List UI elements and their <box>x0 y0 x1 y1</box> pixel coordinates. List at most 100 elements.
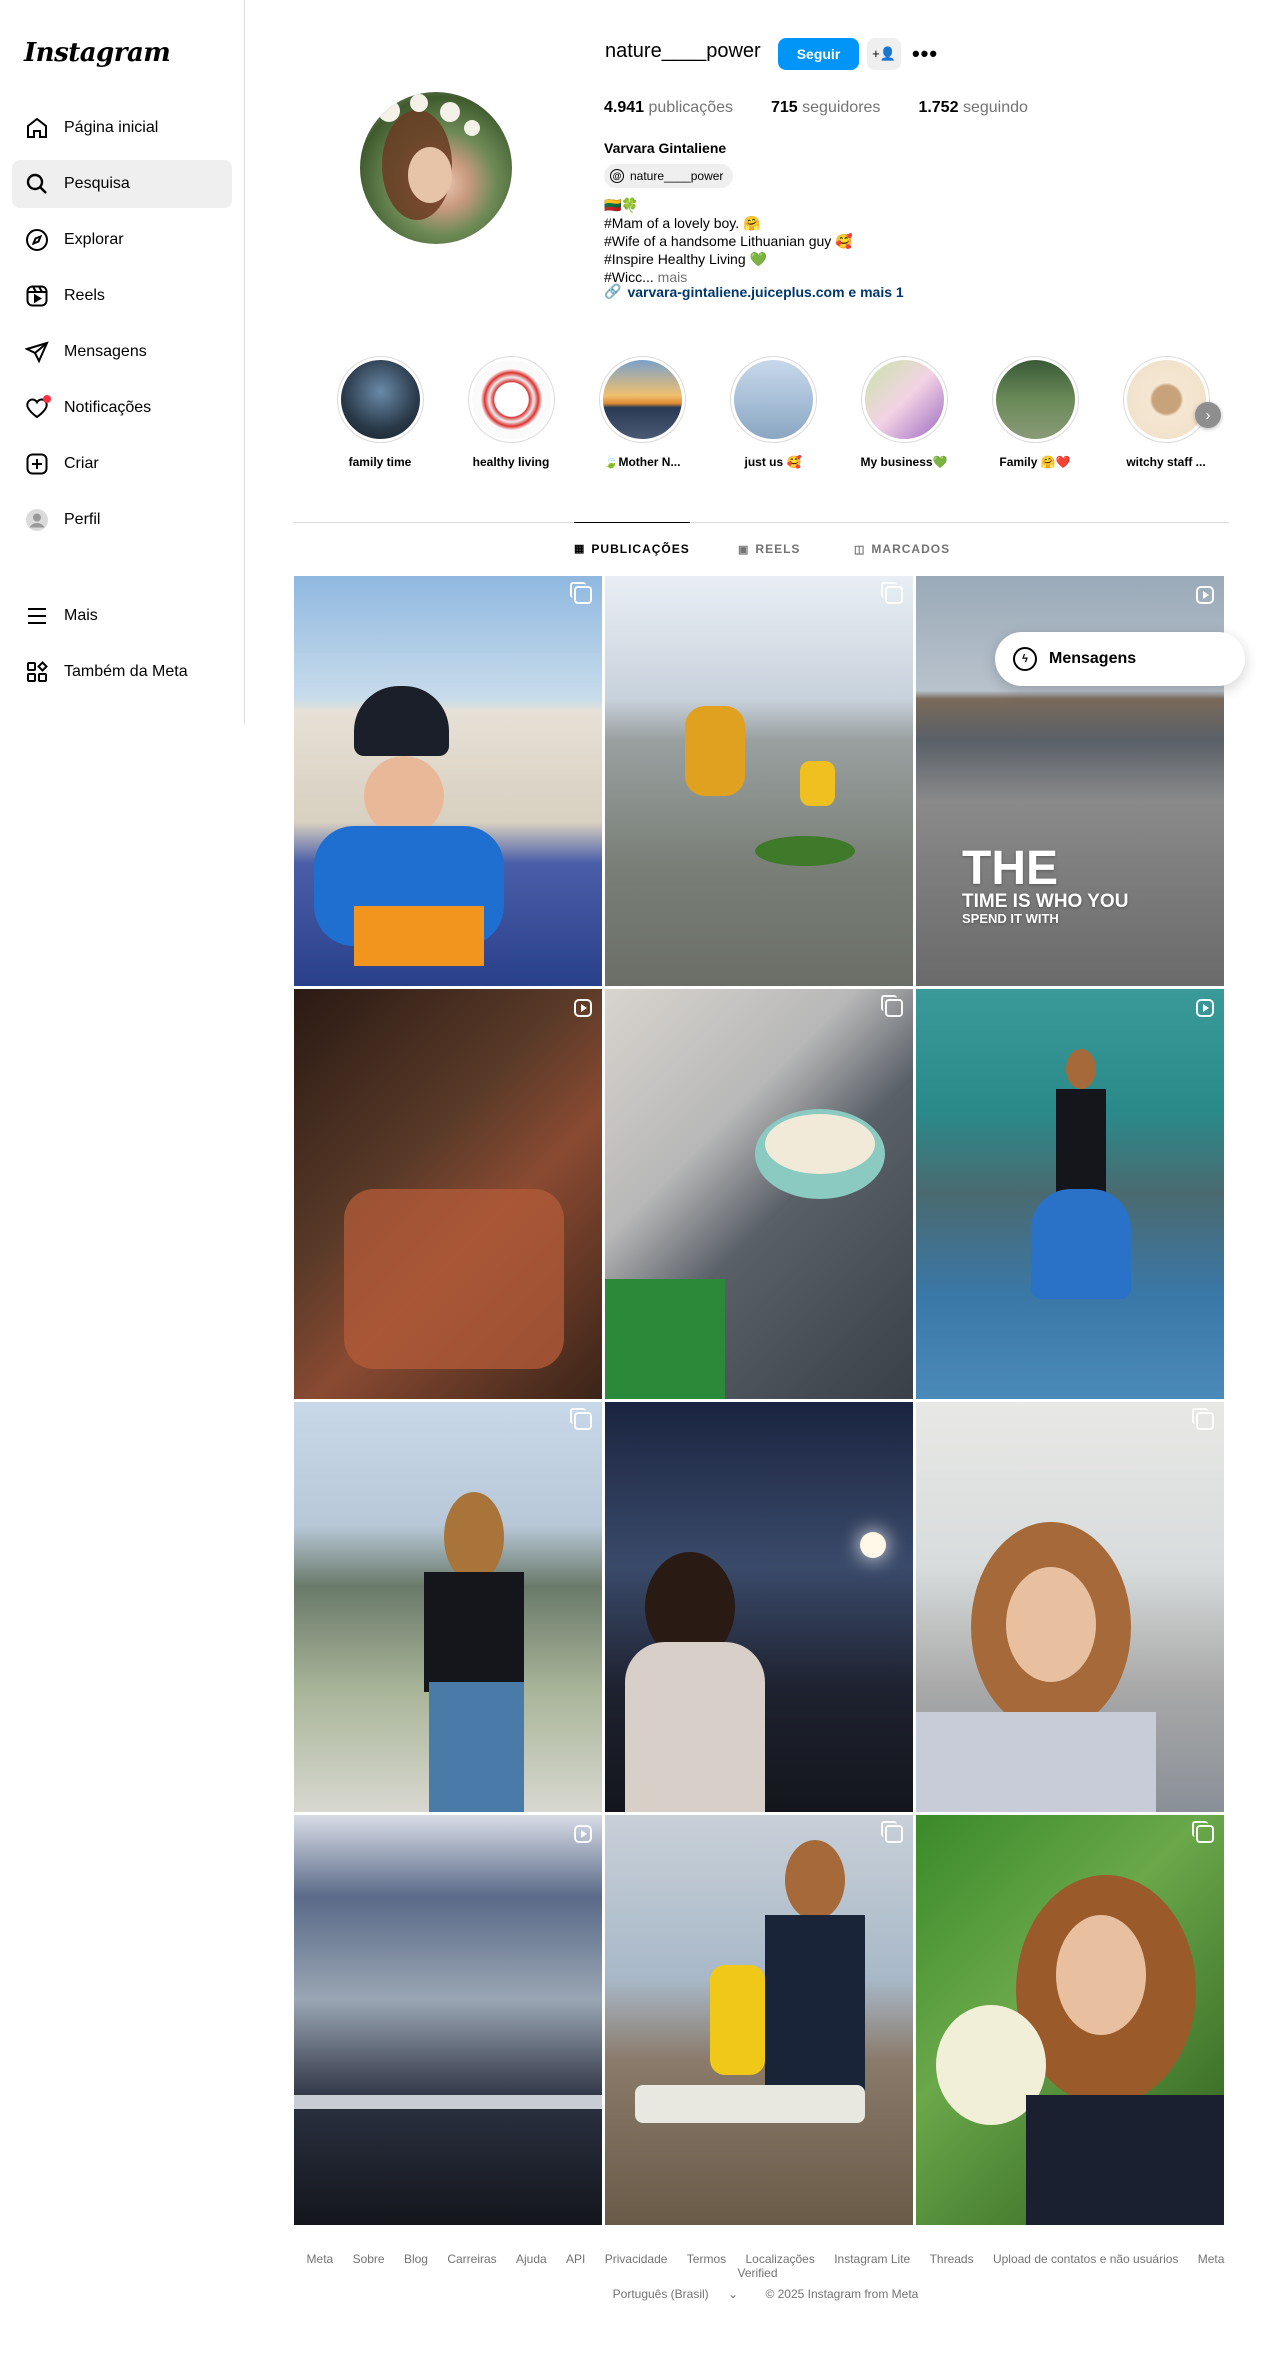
footer-link[interactable]: Carreiras <box>447 2252 496 2266</box>
sidebar-item-explore[interactable]: Explorar <box>12 216 232 264</box>
post-thumbnail[interactable] <box>294 1815 602 2225</box>
footer-link[interactable]: Sobre <box>353 2252 385 2266</box>
footer-link[interactable]: Termos <box>687 2252 726 2266</box>
following-count[interactable]: 1.752 seguindo <box>918 99 1027 117</box>
instagram-logo[interactable]: Instagram <box>24 38 171 68</box>
plus-square-icon <box>24 451 50 477</box>
footer-link[interactable]: Ajuda <box>516 2252 547 2266</box>
tagged-icon: ◫ <box>854 543 866 556</box>
copyright: © 2025 Instagram from Meta <box>765 2287 919 2301</box>
footer-bottom: Português (Brasil) ⌄ © 2025 Instagram fr… <box>294 2287 1229 2301</box>
sidebar-item-label: Reels <box>64 287 105 304</box>
messages-floating-label: Mensagens <box>1049 650 1137 667</box>
carousel-icon <box>1192 1408 1214 1430</box>
highlight-cover <box>733 360 813 439</box>
sidebar-item-label: Também da Meta <box>64 663 188 680</box>
profile-avatar[interactable] <box>360 92 512 244</box>
post-thumbnail[interactable] <box>916 1815 1224 2225</box>
tab-tagged[interactable]: ◫ MARCADOS <box>854 523 950 575</box>
highlight-label: My business💚 <box>860 455 948 469</box>
footer-link[interactable]: Localizações <box>745 2252 814 2266</box>
sidebar-item-label: Página inicial <box>64 119 159 136</box>
carousel-icon <box>881 582 903 604</box>
reel-icon <box>574 999 592 1017</box>
sidebar-item-profile[interactable]: Perfil <box>12 496 232 544</box>
footer-links: Meta Sobre Blog Carreiras Ajuda API Priv… <box>294 2252 1229 2280</box>
footer-link[interactable]: Meta <box>307 2252 334 2266</box>
profile-link-text: varvara-gintaliene.juiceplus.com e mais … <box>627 283 904 300</box>
highlight-cover <box>340 360 420 439</box>
footer-link[interactable]: Blog <box>404 2252 428 2266</box>
post-thumbnail[interactable] <box>916 1402 1224 1812</box>
footer-link[interactable]: Upload de contatos e não usuários <box>993 2252 1178 2266</box>
tab-reels[interactable]: ▣ REELS <box>738 523 800 575</box>
carousel-icon <box>1192 1821 1214 1843</box>
highlight-item[interactable]: family time <box>330 356 430 469</box>
more-icon: ••• <box>911 41 939 66</box>
avatar-icon <box>24 507 50 533</box>
highlight-cover <box>1126 360 1206 439</box>
post-thumbnail[interactable] <box>605 576 913 986</box>
highlight-cover <box>864 360 944 439</box>
messenger-icon: ϟ <box>1013 647 1037 671</box>
tab-posts[interactable]: ▦ PUBLICAÇÕES <box>574 522 690 574</box>
sidebar-item-label: Pesquisa <box>64 175 130 192</box>
post-overlay-text: THE TIME IS WHO YOU SPEND IT WITH <box>962 842 1129 926</box>
follow-button[interactable]: Seguir <box>778 38 859 70</box>
bio-line: 🇱🇹🍀 <box>604 197 639 213</box>
highlights-next-button[interactable]: › <box>1195 402 1221 428</box>
reel-icon <box>1196 586 1214 604</box>
profile-username: nature____power <box>605 40 761 62</box>
threads-badge[interactable]: @ nature____power <box>604 164 734 188</box>
meta-apps-icon <box>24 659 50 685</box>
post-thumbnail[interactable] <box>294 989 602 1399</box>
sidebar-item-messages[interactable]: Mensagens <box>12 328 232 376</box>
home-icon <box>24 115 50 141</box>
highlight-item[interactable]: just us 🥰 <box>723 356 823 469</box>
highlight-item[interactable]: Family 🤗❤️ <box>985 356 1085 469</box>
sidebar-item-also-from-meta[interactable]: Também da Meta <box>12 648 232 696</box>
profile-link[interactable]: 🔗 varvara-gintaliene.juiceplus.com e mai… <box>604 283 904 300</box>
post-thumbnail[interactable] <box>294 576 602 986</box>
bio-line: #Mam of a lovely boy. 🤗 <box>604 215 761 231</box>
add-user-icon: +👤 <box>872 46 896 61</box>
highlight-cover <box>602 360 682 439</box>
reel-icon <box>574 1825 592 1843</box>
profile-full-name: Varvara Gintaliene <box>604 140 727 156</box>
footer-link[interactable]: Instagram Lite <box>834 2252 910 2266</box>
post-thumbnail[interactable] <box>916 989 1224 1399</box>
reels-icon <box>24 283 50 309</box>
chevron-down-icon: ⌄ <box>728 2287 739 2301</box>
sidebar-item-create[interactable]: Criar <box>12 440 232 488</box>
highlight-item[interactable]: healthy living <box>461 356 561 469</box>
highlight-label: just us 🥰 <box>744 455 802 469</box>
bio-line: #Wife of a handsome Lithuanian guy 🥰 <box>604 233 853 249</box>
sidebar-item-notifications[interactable]: Notificações <box>12 384 232 432</box>
add-user-button[interactable]: +👤 <box>867 38 901 70</box>
menu-icon <box>24 603 50 629</box>
profile-stats: 4.941 publicações 715 seguidores 1.752 s… <box>604 99 1066 117</box>
post-thumbnail[interactable] <box>605 1815 913 2225</box>
sidebar-item-label: Explorar <box>64 231 124 248</box>
highlight-item[interactable]: My business💚 <box>854 356 954 469</box>
sidebar-item-more[interactable]: Mais <box>12 592 232 640</box>
profile-tabs: ▦ PUBLICAÇÕES ▣ REELS ◫ MARCADOS <box>294 522 1229 574</box>
footer-link[interactable]: Privacidade <box>605 2252 668 2266</box>
sidebar-item-label: Criar <box>64 455 99 472</box>
highlight-cover <box>995 360 1075 439</box>
footer-link[interactable]: API <box>566 2252 585 2266</box>
sidebar-item-reels[interactable]: Reels <box>12 272 232 320</box>
language-select[interactable]: Português (Brasil) ⌄ <box>605 2287 746 2301</box>
highlight-item[interactable]: 🍃Mother N... <box>592 356 692 469</box>
post-thumbnail[interactable] <box>605 1402 913 1812</box>
notification-dot <box>43 395 51 403</box>
messages-floating-button[interactable]: ϟ Mensagens <box>995 632 1245 686</box>
chevron-right-icon: › <box>1205 406 1211 424</box>
post-thumbnail[interactable] <box>605 989 913 1399</box>
post-thumbnail[interactable] <box>294 1402 602 1812</box>
more-options-button[interactable]: ••• <box>912 38 938 70</box>
sidebar-item-search[interactable]: Pesquisa <box>12 160 232 208</box>
footer-link[interactable]: Threads <box>930 2252 974 2266</box>
followers-count[interactable]: 715 seguidores <box>771 99 880 117</box>
sidebar-item-home[interactable]: Página inicial <box>12 104 232 152</box>
